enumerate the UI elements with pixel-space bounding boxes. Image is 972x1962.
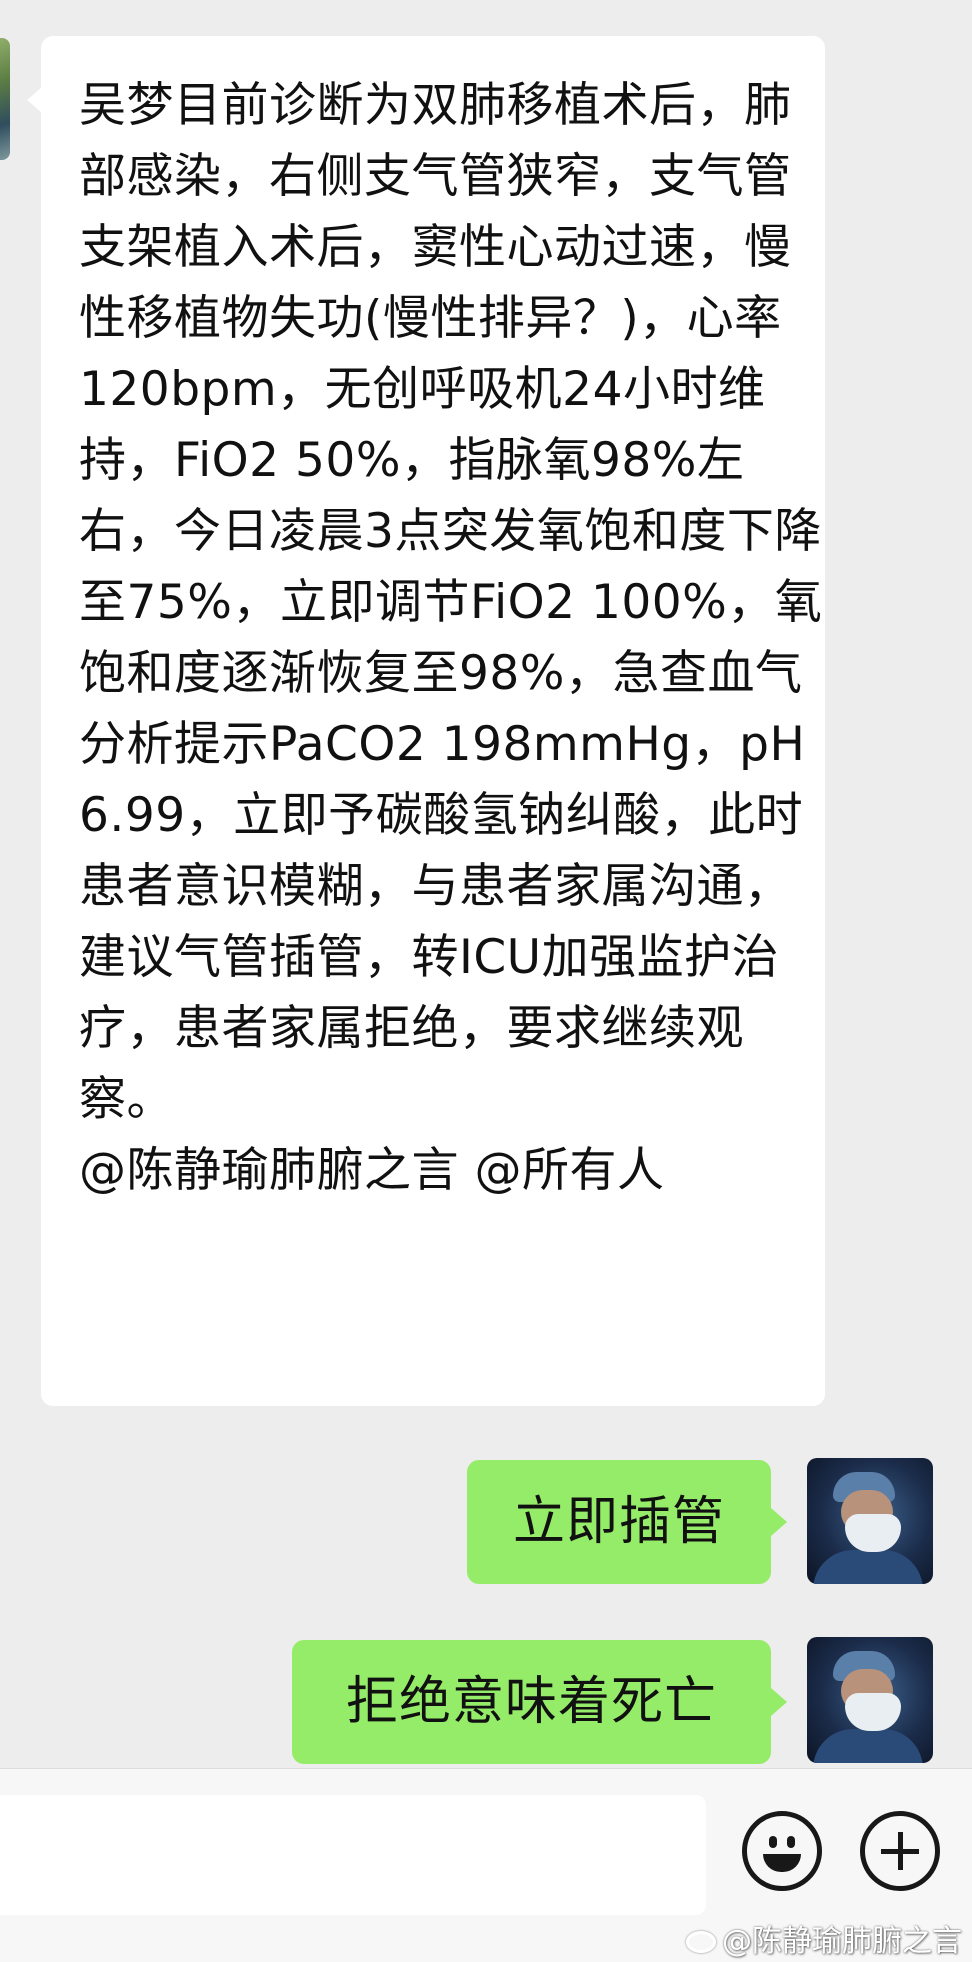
- watermark-text: @陈静瑜肺腑之言: [722, 1924, 962, 1959]
- plus-icon[interactable]: [860, 1811, 940, 1891]
- outgoing-message-bubble[interactable]: 拒绝意味着死亡: [292, 1640, 787, 1764]
- own-avatar[interactable]: [807, 1637, 933, 1763]
- emoji-mouth: [763, 1854, 801, 1872]
- avatar-shoulder: [813, 1550, 923, 1584]
- avatar-surgical-mask: [845, 1514, 901, 1552]
- own-avatar[interactable]: [807, 1458, 933, 1584]
- message-input[interactable]: [0, 1795, 706, 1915]
- incoming-message-text: 吴梦目前诊断为双肺移植术后，肺部感染，右侧支气管狭窄，支气管支架植入术后，窦性心…: [79, 78, 823, 1198]
- outgoing-message-bubble[interactable]: 立即插管: [467, 1460, 787, 1584]
- avatar-surgical-mask: [845, 1693, 901, 1731]
- watermark: @陈静瑜肺腑之言: [686, 1916, 962, 1960]
- avatar-shoulder: [813, 1729, 923, 1763]
- sender-avatar[interactable]: [0, 38, 10, 160]
- incoming-message-bubble[interactable]: 吴梦目前诊断为双肺移植术后，肺部感染，右侧支气管狭窄，支气管支架植入术后，窦性心…: [27, 36, 825, 1406]
- chat-message-area[interactable]: 吴梦目前诊断为双肺移植术后，肺部感染，右侧支气管狭窄，支气管支架植入术后，窦性心…: [0, 0, 972, 1768]
- emoji-eye: [787, 1836, 795, 1848]
- emoji-eye: [769, 1836, 777, 1848]
- emoji-smile-icon[interactable]: [742, 1811, 822, 1891]
- plus-vertical-bar: [898, 1832, 903, 1870]
- weibo-icon: [686, 1931, 716, 1953]
